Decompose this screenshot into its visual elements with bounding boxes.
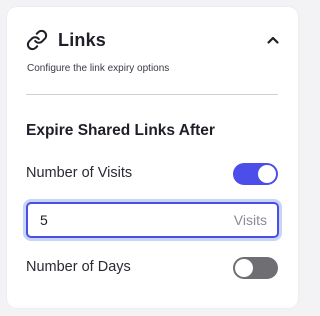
- visits-toggle[interactable]: [233, 163, 278, 185]
- days-label: Number of Days: [26, 259, 131, 275]
- visits-count-value: 5: [40, 212, 48, 228]
- visits-label: Number of Visits: [26, 165, 133, 181]
- links-settings-card: Links Configure the link expiry options …: [7, 7, 298, 308]
- section-title: Expire Shared Links After: [26, 122, 215, 139]
- panel-header[interactable]: Links: [26, 27, 282, 53]
- toggle-knob: [258, 165, 276, 183]
- days-toggle[interactable]: [233, 257, 278, 279]
- toggle-knob: [235, 259, 253, 277]
- divider: [26, 94, 278, 95]
- chevron-up-icon[interactable]: [264, 31, 282, 49]
- visits-count-input[interactable]: 5 Visits: [26, 202, 279, 238]
- visits-unit-suffix: Visits: [233, 212, 267, 228]
- panel-title: Links: [58, 29, 107, 50]
- panel-subtitle: Configure the link expiry options: [27, 63, 170, 74]
- link-icon: [26, 29, 48, 51]
